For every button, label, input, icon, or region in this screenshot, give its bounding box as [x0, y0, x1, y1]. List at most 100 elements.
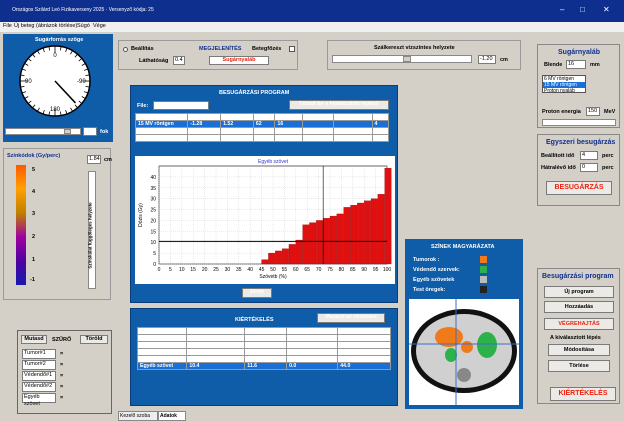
add-step-button[interactable]: Hozzáadás [544, 301, 614, 313]
filter-eq: = [60, 384, 64, 390]
crosshair-value[interactable]: -1.20 [478, 55, 496, 64]
angle-scroll-thumb[interactable] [64, 129, 71, 134]
modify-step-button[interactable]: Módosítása [548, 344, 610, 356]
x-tick-label: 5 [169, 267, 172, 273]
y-tick-label: 25 [150, 208, 156, 214]
scale-offset-unit: cm [104, 157, 112, 163]
execute-button[interactable]: VÉGREHAJTÁS [544, 318, 614, 330]
hide-button[interactable]: Elrejt [242, 288, 272, 298]
beam-name-field[interactable]: Sugárnyaláb [209, 56, 269, 65]
header-cell: y-koord. [220, 113, 254, 121]
table-row[interactable]: Tumor#2 10.2 0.4 9.5 11.0 [136, 341, 391, 349]
delete-step-button[interactable]: Törlése [548, 360, 610, 372]
chart-bar [268, 252, 276, 265]
cell [302, 120, 334, 128]
x-tick-label: 95 [373, 267, 379, 273]
cell: 62 [252, 120, 276, 128]
close-button[interactable]: ✕ [603, 5, 610, 14]
colorscale-panel: Színkódok (Gy/perc) 5 4 3 2 1 -1 1.84 cm… [3, 148, 112, 300]
angle-unit: fok [100, 129, 109, 135]
scale-label-4: 4 [32, 189, 36, 195]
chart-bar [377, 194, 385, 265]
table-row[interactable]: 15 MV röntgen -1.28 1.6 -123 14 4 [134, 127, 390, 135]
eval-panel: KIÉRTÉKELÉS Mutasd az eloszlást Középért… [130, 308, 398, 406]
x-tick-label: 100 [383, 267, 392, 273]
maximize-button[interactable]: □ [580, 5, 585, 14]
file-value[interactable]: task_3.sug [153, 101, 209, 110]
table-row[interactable]: 15 MV röntgen -1.28 1.84 -223 16 4 [134, 134, 390, 142]
table-row[interactable]: Védendő#1 1.4 3.5 0.0 11.6 [136, 348, 391, 356]
cell: 0.4 [244, 341, 288, 349]
cell [332, 127, 373, 135]
cell: 16 [274, 120, 304, 128]
menu-help[interactable]: Súgó [77, 23, 90, 29]
gantry-dial[interactable]: 0 90 180 -90 [17, 43, 93, 119]
load-step-button[interactable]: Töltsd be a kiválasztott lépést! [289, 100, 389, 110]
angle-value[interactable]: -223 [83, 127, 97, 136]
beam-type-list[interactable]: 6 MV röntgen 15 MV röntgen Proton nyaláb [542, 75, 586, 94]
crosshair-panel: Szálkereszt vízszintes helyzete -1.20 cm [327, 40, 521, 70]
x-tick-label: 65 [304, 267, 310, 273]
menu-exit[interactable]: Vége [93, 23, 106, 29]
cell: 1.6 [220, 127, 254, 135]
delete-filter-button[interactable]: Töröld [80, 335, 108, 344]
crosshair-thumb[interactable] [403, 56, 411, 62]
single-title: Egyszeri besugárzás [546, 139, 616, 146]
x-tick-label: 10 [179, 267, 185, 273]
x-tick-label: 50 [270, 267, 276, 273]
x-tick-label: 85 [350, 267, 356, 273]
blende-input[interactable]: 16 [566, 60, 586, 69]
x-tick-label: 90 [361, 267, 367, 273]
chart-bar [336, 213, 344, 265]
tab-treatment-room[interactable]: Kezelő szoba [118, 411, 158, 421]
cell: -223 [252, 134, 276, 142]
angle-scrollbar[interactable] [5, 128, 81, 135]
cell: 15 MV röntgen [134, 127, 189, 135]
y-tick-label: 0 [153, 262, 156, 268]
program-panel: BESUGÁRZÁSI PROGRAM File: task_3.sug Töl… [130, 85, 398, 303]
show-distribution-button[interactable]: Mutasd az eloszlást [317, 313, 385, 323]
beam-option-proton[interactable]: Proton nyaláb [543, 88, 585, 94]
beteg-checkbox[interactable] [289, 46, 295, 52]
crosshair-scrollbar[interactable] [332, 55, 472, 63]
settings-radio-label: Beállítás [131, 46, 154, 52]
chart-bar [370, 198, 378, 265]
cell: 0.7 [244, 334, 288, 342]
x-tick-label: 45 [259, 267, 265, 273]
cell: -1.28 [187, 134, 222, 142]
cell [332, 134, 373, 142]
chart-bar [350, 205, 358, 265]
show-button[interactable]: Mutasd [21, 335, 47, 344]
menu-new-patient[interactable]: Új beteg (ábrázok törlése) [14, 23, 77, 29]
chart-bar [261, 259, 269, 265]
y-tick-label: 5 [153, 251, 156, 257]
settings-radio[interactable] [123, 47, 128, 52]
irradiate-button[interactable]: BESUGÁRZÁS [546, 181, 612, 195]
table-row[interactable]: Tumor#1 41.7 0.7 40.3 43.2 [136, 334, 391, 342]
header-cell: Maximum (Gy) [337, 327, 391, 335]
time-input[interactable]: 4 [580, 151, 598, 160]
time-label: Beállított idő [541, 153, 575, 159]
scale-offset-value[interactable]: 1.84 [87, 155, 101, 164]
menu-file[interactable]: File [3, 23, 12, 29]
visibility-input[interactable]: 0.4 [173, 56, 185, 65]
cell [302, 134, 334, 142]
x-tick-label: 20 [202, 267, 208, 273]
table-row[interactable]: 15 MV röntgen -1.28 1.52 62 16 4 [134, 120, 390, 128]
y-axis-label: Dózis (Gy) [138, 203, 144, 227]
proton-input[interactable]: 150 [586, 107, 600, 116]
proton-scrollbar[interactable] [542, 119, 616, 126]
minimize-button[interactable]: – [560, 5, 564, 14]
evaluate-button[interactable]: KIÉRTÉKELÉS [550, 387, 616, 401]
chart-bar [316, 220, 323, 265]
cell: 0.1 [186, 355, 246, 363]
table-row[interactable]: Egyéb szövet 10.4 11.6 0.0 44.0 [136, 362, 391, 370]
filter-eq: = [60, 373, 64, 379]
blende-unit: mm [590, 62, 600, 68]
program-table-header: Sugártípus x-koord. y-koord. szög blende… [134, 113, 390, 121]
table-row[interactable]: Védendő#2 0.1 0.8 0.0 12.5 [136, 355, 391, 363]
new-program-button[interactable]: Új program [544, 286, 614, 298]
tab-data[interactable]: Adatok [158, 411, 186, 421]
header-cell: Középérték (Gy) [186, 327, 246, 335]
legend-label-tumor: Tumorok : [413, 257, 440, 263]
